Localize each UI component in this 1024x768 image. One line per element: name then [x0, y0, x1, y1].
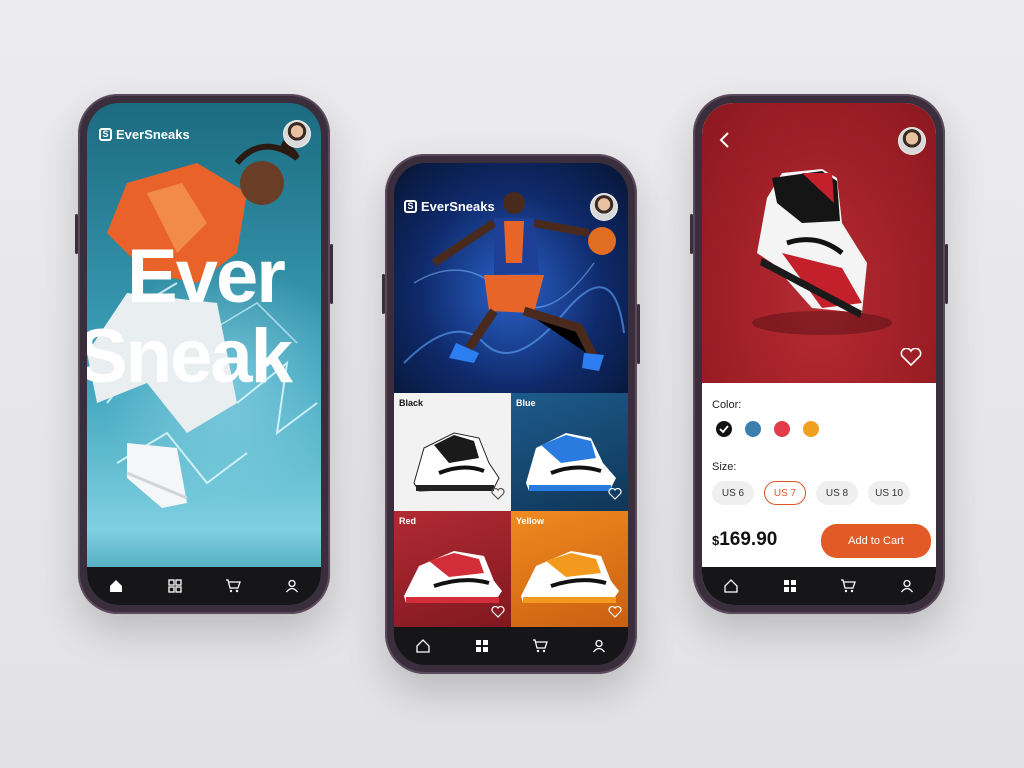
- size-option[interactable]: US 7: [764, 481, 806, 505]
- phone-home: Ever Sneak S EverSneaks: [75, 94, 333, 614]
- heart-icon[interactable]: [900, 347, 922, 371]
- home-icon[interactable]: [104, 574, 128, 598]
- color-label: Color:: [712, 399, 742, 411]
- cart-icon[interactable]: [836, 574, 860, 598]
- brand-name: EverSneaks: [421, 199, 495, 214]
- logo-icon: S: [404, 200, 417, 213]
- grid-icon[interactable]: [778, 574, 802, 598]
- heart-icon[interactable]: [608, 605, 622, 623]
- grid-icon[interactable]: [163, 574, 187, 598]
- brand-logo[interactable]: S EverSneaks: [99, 127, 190, 142]
- grid-icon[interactable]: [470, 634, 494, 658]
- product-tile-yellow[interactable]: Yellow: [511, 511, 628, 629]
- cart-icon[interactable]: [528, 634, 552, 658]
- bottom-nav: [702, 567, 936, 605]
- hero-title-line2: Sneak: [87, 314, 293, 399]
- heart-icon[interactable]: [491, 605, 505, 623]
- price: $169.90: [712, 529, 777, 551]
- back-icon[interactable]: [716, 131, 734, 149]
- heart-icon[interactable]: [491, 487, 505, 505]
- avatar[interactable]: [898, 127, 926, 155]
- phone-product-detail: Color: Size: US 6 US 7 US 8 US 10 $169.90 A…: [690, 94, 948, 614]
- color-swatch[interactable]: [716, 421, 732, 437]
- size-label: Size:: [712, 461, 737, 473]
- product-tile-blue[interactable]: Blue: [511, 393, 628, 511]
- color-swatch[interactable]: [803, 421, 819, 437]
- product-tile-red[interactable]: Red: [394, 511, 511, 629]
- hero-title-line1: Ever: [127, 234, 286, 319]
- bottom-nav: [87, 567, 321, 605]
- size-option[interactable]: US 6: [712, 481, 754, 505]
- product-hero: [702, 103, 936, 383]
- color-swatch[interactable]: [774, 421, 790, 437]
- color-swatch[interactable]: [745, 421, 761, 437]
- cart-icon[interactable]: [221, 574, 245, 598]
- phone-catalog: S EverSneaks Black Blue Red Yellow: [382, 154, 640, 674]
- home-icon[interactable]: [411, 634, 435, 658]
- catalog-screen: S EverSneaks Black Blue Red Yellow: [394, 163, 628, 665]
- home-icon[interactable]: [719, 574, 743, 598]
- profile-icon[interactable]: [280, 574, 304, 598]
- avatar[interactable]: [590, 193, 618, 221]
- add-to-cart-button[interactable]: Add to Cart: [821, 524, 931, 558]
- profile-icon[interactable]: [895, 574, 919, 598]
- bottom-nav: [394, 627, 628, 665]
- product-detail-screen: Color: Size: US 6 US 7 US 8 US 10 $169.90 A…: [702, 103, 936, 605]
- logo-icon: S: [99, 128, 112, 141]
- check-icon: [719, 425, 729, 434]
- price-value: 169.90: [719, 529, 778, 550]
- heart-icon[interactable]: [608, 487, 622, 505]
- profile-icon[interactable]: [587, 634, 611, 658]
- home-screen: Ever Sneak S EverSneaks: [87, 103, 321, 605]
- product-tile-black[interactable]: Black: [394, 393, 511, 511]
- brand-logo[interactable]: S EverSneaks: [404, 199, 495, 214]
- size-option[interactable]: US 10: [868, 481, 910, 505]
- avatar[interactable]: [283, 120, 311, 148]
- size-option[interactable]: US 8: [816, 481, 858, 505]
- brand-name: EverSneaks: [116, 127, 190, 142]
